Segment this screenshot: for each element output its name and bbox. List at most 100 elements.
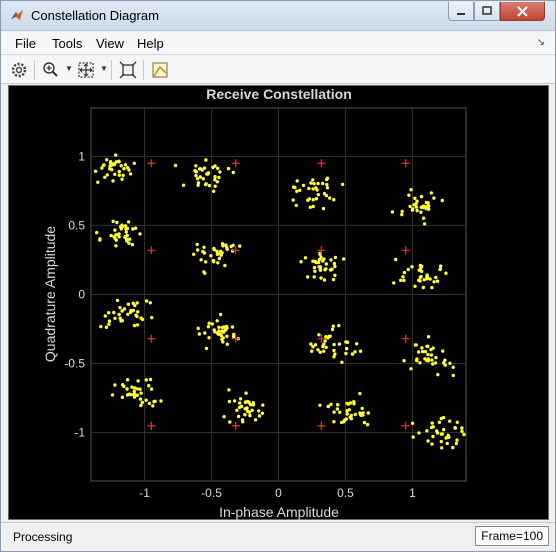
received-symbol <box>439 439 443 444</box>
menu-view[interactable]: View <box>96 36 124 51</box>
received-symbol <box>211 258 216 263</box>
received-symbol <box>340 182 345 187</box>
x-tick-label: -0.5 <box>201 486 222 500</box>
received-symbol <box>344 351 348 356</box>
received-symbol <box>240 418 245 422</box>
received-symbol <box>344 340 348 344</box>
received-symbol <box>322 257 326 261</box>
received-symbol <box>447 435 451 439</box>
received-symbol <box>248 413 252 418</box>
received-symbol <box>325 186 330 190</box>
received-symbol <box>215 252 220 256</box>
received-symbol <box>225 247 229 251</box>
received-symbol <box>324 262 328 266</box>
received-symbol <box>113 316 117 320</box>
received-symbol <box>127 241 131 245</box>
minimize-icon <box>457 13 465 15</box>
received-symbol <box>455 438 459 442</box>
received-symbol <box>126 312 130 316</box>
received-symbol <box>217 329 221 333</box>
received-symbol <box>212 189 216 193</box>
menu-help[interactable]: Help <box>137 36 164 51</box>
constellation-plot[interactable]: Receive Constellation -1 -0.5 0 0.5 1 1 0.5 0 -0… <box>9 86 550 521</box>
received-symbol <box>419 274 423 279</box>
zoom-in-button[interactable] <box>41 60 61 80</box>
menu-file[interactable]: File <box>15 36 36 51</box>
received-symbol <box>207 336 211 340</box>
received-symbol <box>112 310 116 315</box>
x-tick-label: 0 <box>275 486 282 500</box>
minimize-button[interactable] <box>448 2 474 21</box>
received-symbol <box>431 346 435 350</box>
received-symbol <box>206 325 211 329</box>
received-symbol <box>423 357 427 361</box>
received-symbol <box>117 312 121 317</box>
zoom-dropdown-icon[interactable]: ▼ <box>65 64 73 73</box>
received-symbol <box>435 279 440 283</box>
received-symbol <box>173 163 178 168</box>
received-symbol <box>138 387 142 391</box>
received-symbol <box>436 372 440 377</box>
received-symbol <box>306 198 310 202</box>
received-symbol <box>432 280 436 284</box>
received-symbol <box>98 238 102 242</box>
received-symbol <box>420 346 424 350</box>
received-symbol <box>209 254 213 258</box>
received-symbol <box>430 285 434 290</box>
x-tick-label: 1 <box>409 486 416 500</box>
received-symbol <box>138 397 143 401</box>
received-symbol <box>221 330 226 334</box>
measurements-button[interactable] <box>150 60 170 80</box>
settings-button[interactable] <box>9 60 29 80</box>
received-symbol <box>445 441 449 446</box>
pan-dropdown-icon[interactable]: ▼ <box>100 64 108 73</box>
received-symbol <box>390 210 395 214</box>
menu-tools[interactable]: Tools <box>52 36 82 51</box>
received-symbol <box>333 352 337 356</box>
received-symbol <box>221 340 225 344</box>
received-symbol <box>417 350 421 354</box>
matlab-icon <box>11 10 23 20</box>
status-text: Processing <box>13 530 73 544</box>
received-symbol <box>244 391 248 395</box>
received-symbol <box>428 277 432 281</box>
received-symbol <box>159 399 163 403</box>
received-symbol <box>107 322 111 326</box>
received-symbol <box>440 198 444 203</box>
received-symbol <box>196 326 200 330</box>
received-symbol <box>321 206 326 211</box>
received-symbol <box>232 399 237 403</box>
received-symbol <box>217 256 222 261</box>
received-symbol <box>104 325 109 329</box>
received-symbol <box>140 400 144 405</box>
received-symbol <box>124 227 128 231</box>
pan-button[interactable] <box>76 60 96 80</box>
received-symbol <box>196 181 201 185</box>
received-symbol <box>322 278 327 282</box>
y-tick-label: -1 <box>74 426 85 440</box>
received-symbol <box>295 189 299 193</box>
dock-arrow-icon[interactable]: ↘ <box>537 37 545 48</box>
received-symbol <box>204 346 209 351</box>
received-symbol <box>101 163 106 168</box>
received-symbol <box>227 399 232 404</box>
maximize-button[interactable] <box>474 2 500 21</box>
received-symbol <box>295 179 299 183</box>
close-button[interactable] <box>500 2 545 21</box>
received-symbol <box>451 373 455 378</box>
received-symbol <box>219 249 223 253</box>
received-symbol <box>407 193 411 197</box>
title-bar[interactable]: Constellation Diagram <box>1 1 555 31</box>
received-symbol <box>313 269 317 273</box>
received-symbol <box>136 379 140 383</box>
received-symbol <box>358 391 362 396</box>
received-symbol <box>448 361 452 365</box>
received-symbol <box>119 164 123 168</box>
received-symbol <box>426 352 430 357</box>
received-symbol <box>313 343 318 347</box>
received-symbol <box>95 230 99 235</box>
received-symbol <box>130 385 134 389</box>
autoscale-button[interactable] <box>118 60 138 80</box>
received-symbol <box>413 196 417 200</box>
received-symbol <box>215 319 219 323</box>
